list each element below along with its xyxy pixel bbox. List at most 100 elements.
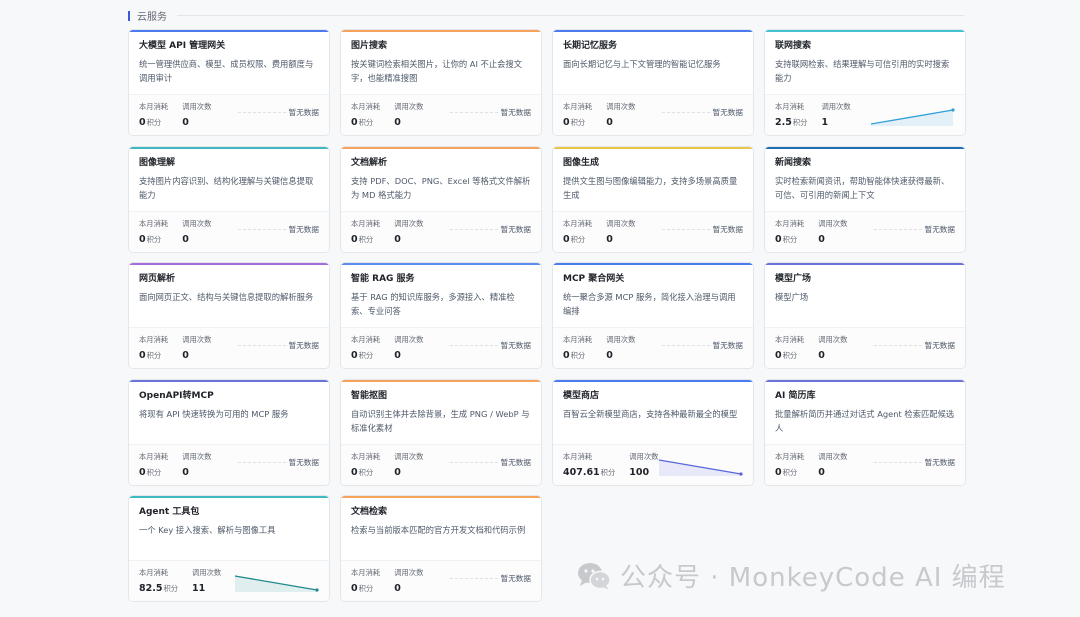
- card-stats: 本月消耗 82.5积分 调用次数 11: [129, 560, 329, 601]
- card-description: 批量解析简历并通过对话式 Agent 检索匹配候选人: [775, 408, 955, 433]
- no-data-text: 暂无数据: [500, 224, 531, 234]
- calls-label: 调用次数: [182, 102, 212, 111]
- service-card[interactable]: 图片搜索 按关键词检索相关图片，让你的 AI 不止会搜文字，也能精准搜图 本月消耗 0…: [340, 29, 542, 136]
- service-card[interactable]: 大模型 API 管理网关 统一管理供应商、模型、成员权限、费用额度与调用审计本月消…: [128, 29, 330, 136]
- card-header: 大模型 API 管理网关 统一管理供应商、模型、成员权限、费用额度与调用审计: [129, 30, 329, 95]
- card-description: 按关键词检索相关图片，让你的 AI 不止会搜文字，也能精准搜图: [351, 59, 523, 83]
- card-header: Agent 工具包 一个 Key 接入搜索、解析与图像工具: [129, 496, 329, 561]
- consumption-value: 0: [563, 233, 570, 245]
- card-header: 文档解析 支持 PDF、DOC、PNG、Excel 等格式文件解析为 MD 格式能…: [341, 147, 541, 212]
- service-card[interactable]: MCP 聚合网关 统一聚合多源 MCP 服务，简化接入治理与调用编排本月消耗 0积分…: [552, 262, 754, 369]
- no-data-text: 暂无数据: [712, 341, 743, 350]
- calls-label: 调用次数: [606, 335, 636, 344]
- calls-label: 调用次数: [394, 218, 424, 228]
- service-card-grid: 大模型 API 管理网关 统一管理供应商、模型、成员权限、费用额度与调用审计本月消…: [128, 29, 966, 602]
- consumption-value-row: 0积分: [563, 115, 592, 131]
- card-description: 基于 RAG 的知识库服务，多源接入、精准检索、专业问答: [351, 292, 515, 316]
- no-data-line: [873, 345, 922, 346]
- service-card[interactable]: 文档检索 检索与当前版本匹配的官方开发文档和代码示例 本月消耗 0积分 调用次数 0 暂无数…: [340, 495, 542, 602]
- card-title: 模型广场: [775, 274, 812, 284]
- calls-label: 调用次数: [394, 568, 424, 577]
- section-accent-bar: [128, 10, 130, 21]
- consumption-value: 0: [775, 350, 782, 361]
- card-title: 图像生成: [563, 157, 600, 168]
- service-card[interactable]: 模型商店 百智云全新模型商店，支持各种最新最全的模型 本月消耗 407.61积分 调用次…: [552, 378, 754, 486]
- no-data-text: 暂无数据: [500, 574, 531, 583]
- card-title: 图片搜索: [351, 41, 388, 51]
- monthly-consumption: 本月消耗 0积分: [563, 101, 592, 135]
- monthly-consumption: 本月消耗 0积分: [139, 334, 168, 368]
- consumption-label: 本月消耗: [775, 335, 805, 344]
- no-data-indicator: 暂无数据: [237, 340, 319, 351]
- call-count: 调用次数 0: [394, 567, 423, 601]
- points-unit: 积分: [358, 351, 374, 360]
- consumption-value-row: 0积分: [351, 348, 380, 364]
- service-card[interactable]: 联网搜索 支持联网检索、结果理解与可信引用的实时搜索能力 本月消耗 2.5积分 调用次数…: [764, 29, 966, 136]
- card-stats: 本月消耗 0积分 调用次数 0 暂无数据: [765, 327, 965, 368]
- call-count: 调用次数 100: [629, 451, 658, 485]
- service-card[interactable]: 新闻搜索 实时检索新闻资讯，帮助智能体快速获得最新、可信、可引用的新闻上下文 本月消…: [764, 145, 966, 253]
- consumption-value: 0: [563, 350, 570, 361]
- calls-value: 11: [192, 583, 206, 594]
- card-stats: 本月消耗 0积分 调用次数 0 暂无数据: [129, 327, 329, 368]
- calls-label: 调用次数: [606, 218, 636, 228]
- points-unit: 积分: [146, 234, 162, 244]
- card-description: 支持图片内容识别、结构化理解与关键信息提取能力: [139, 175, 314, 200]
- consumption-value-row: 0积分: [139, 232, 168, 248]
- service-card[interactable]: Agent 工具包 一个 Key 接入搜索、解析与图像工具 本月消耗 82.5积分 调用…: [128, 495, 330, 602]
- consumption-label: 本月消耗: [351, 335, 381, 344]
- no-data-indicator: 暂无数据: [449, 573, 531, 584]
- service-card[interactable]: 智能抠图 自动识别主体并去除背景，生成 PNG / WebP 与标准化素材 本月消耗…: [340, 378, 542, 486]
- calls-label: 调用次数: [394, 335, 424, 344]
- consumption-value-row: 0积分: [775, 348, 804, 364]
- trend-sparkline: [870, 108, 955, 126]
- call-count: 调用次数 0: [182, 101, 211, 135]
- calls-value: 0: [606, 233, 613, 245]
- consumption-value-row: 82.5积分: [139, 581, 178, 597]
- service-card[interactable]: OpenAPI转MCP 将现有 API 快速转换为可用的 MCP 服务 本月消耗 0积…: [128, 378, 330, 486]
- card-title: 文档解析: [351, 157, 388, 168]
- service-card[interactable]: 智能 RAG 服务 基于 RAG 的知识库服务，多源接入、精准检索、专业问答 本月消…: [340, 262, 542, 369]
- service-card[interactable]: AI 简历库 批量解析简历并通过对话式 Agent 检索匹配候选人 本月消耗 0积分调…: [764, 378, 966, 486]
- service-card[interactable]: 模型广场 模型广场 本月消耗 0积分 调用次数 0 暂无数据: [764, 262, 966, 369]
- call-count: 调用次数 0: [606, 334, 635, 368]
- card-header: MCP 聚合网关 统一聚合多源 MCP 服务，简化接入治理与调用编排: [553, 263, 753, 328]
- calls-value: 100: [629, 466, 650, 478]
- points-unit: 积分: [358, 467, 374, 477]
- service-card[interactable]: 长期记忆服务 面向长期记忆与上下文管理的智能记忆服务 本月消耗 0积分 调用次数 0 暂无数…: [552, 29, 754, 136]
- consumption-label: 本月消耗: [351, 102, 381, 111]
- calls-value: 0: [818, 233, 825, 245]
- no-data-text: 暂无数据: [288, 457, 319, 467]
- card-title: 长期记忆服务: [563, 41, 618, 51]
- no-data-line: [237, 228, 286, 230]
- no-data-line: [237, 461, 286, 463]
- points-unit: 积分: [570, 234, 586, 244]
- consumption-value-row: 0积分: [139, 465, 168, 481]
- no-data-line: [449, 461, 498, 463]
- service-card[interactable]: 网页解析 面向网页正文、结构与关键信息提取的解析服务 本月消耗 0积分 调用次数 0 暂无数…: [128, 262, 330, 369]
- points-unit: 积分: [146, 467, 162, 477]
- call-count: 调用次数 11: [192, 567, 221, 601]
- service-card[interactable]: 图像理解 支持图片内容识别、结构化理解与关键信息提取能力 本月消耗 0积分 调用次数 0 暂…: [128, 145, 330, 253]
- card-stats: 本月消耗 2.5积分 调用次数 1: [765, 94, 965, 135]
- monthly-consumption: 本月消耗 0积分: [563, 334, 592, 368]
- card-description: 一个 Key 接入搜索、解析与图像工具: [139, 525, 276, 535]
- service-card[interactable]: 图像生成 提供文生图与图像编辑能力，支持多场景高质量生成 本月消耗 0积分 调用次数 0 暂…: [552, 145, 754, 253]
- card-title: MCP 聚合网关: [563, 274, 625, 284]
- service-card[interactable]: 文档解析 支持 PDF、DOC、PNG、Excel 等格式文件解析为 MD 格式能…: [340, 145, 542, 253]
- calls-value: 0: [818, 350, 825, 361]
- monthly-consumption: 本月消耗 82.5积分: [139, 567, 178, 601]
- consumption-value-row: 2.5积分: [775, 115, 807, 131]
- calls-value: 0: [182, 233, 189, 245]
- card-title: AI 简历库: [775, 390, 816, 401]
- card-header: 图像生成 提供文生图与图像编辑能力，支持多场景高质量生成: [553, 147, 753, 212]
- card-description: 百智云全新模型商店，支持各种最新最全的模型: [563, 408, 738, 419]
- call-count: 调用次数 0: [818, 451, 847, 485]
- consumption-label: 本月消耗: [139, 102, 169, 111]
- card-header: 模型商店 百智云全新模型商店，支持各种最新最全的模型: [553, 380, 753, 445]
- points-unit: 积分: [163, 584, 179, 593]
- call-count: 调用次数 0: [394, 451, 423, 485]
- calls-label: 调用次数: [192, 568, 222, 577]
- card-description: 检索与当前版本匹配的官方开发文档和代码示例: [351, 525, 526, 535]
- watermark: 公众号 · MonkeyCode AI 编程: [576, 557, 1006, 594]
